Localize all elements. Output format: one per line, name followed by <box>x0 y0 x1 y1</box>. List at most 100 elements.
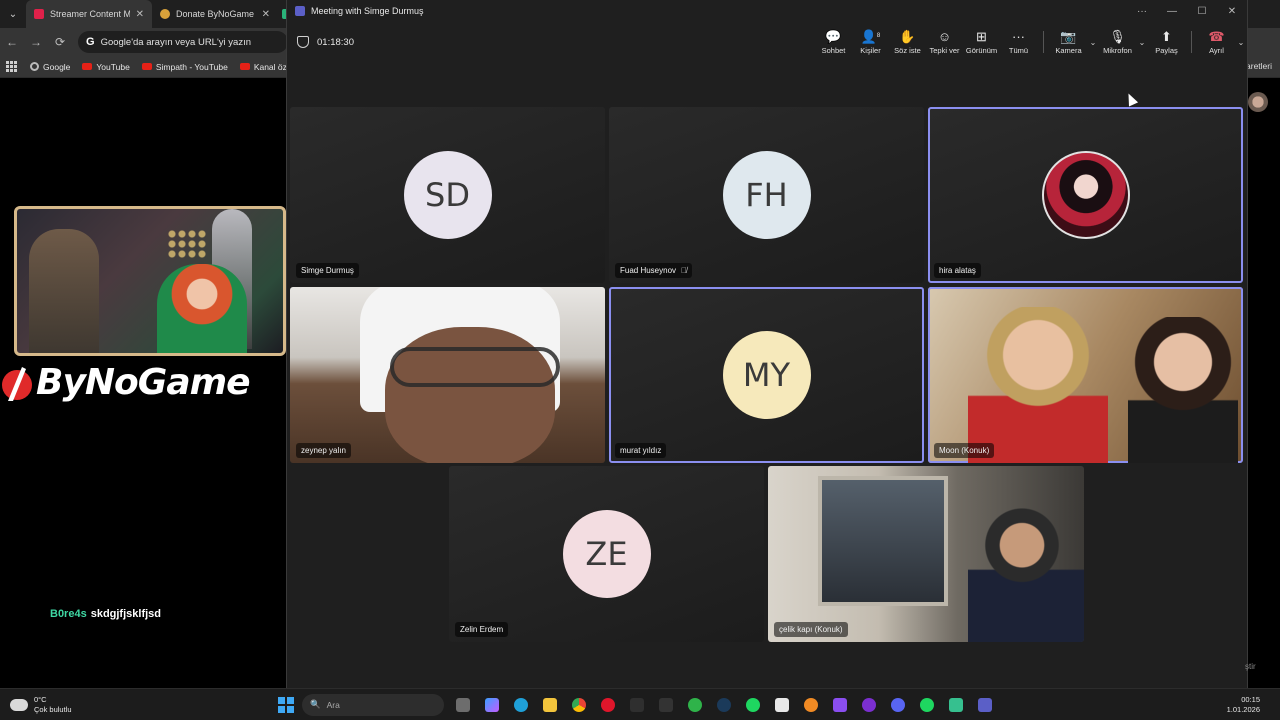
opera-icon[interactable] <box>597 694 619 716</box>
leave-button[interactable]: ☎ Ayrıl <box>1198 24 1235 60</box>
obs-icon[interactable] <box>858 694 880 716</box>
participant-nameplate: hira alataş <box>934 263 981 278</box>
task-view-icon[interactable] <box>452 694 474 716</box>
steam-icon[interactable] <box>713 694 735 716</box>
close-window-icon[interactable]: ✕ <box>1217 6 1247 17</box>
desktop: ⌄ Streamer Content Ma ✕ Donate ByNoGame … <box>0 0 1280 720</box>
teams-icon[interactable] <box>974 694 996 716</box>
share-label: Paylaş <box>1155 45 1178 55</box>
leave-options-chevron-icon[interactable]: ⌄ <box>1235 38 1247 47</box>
bynogame-mark-icon <box>2 366 32 401</box>
participant-tile-simge[interactable]: SD Simge Durmuş <box>290 107 605 283</box>
app-icon[interactable] <box>800 694 822 716</box>
maximize-icon[interactable]: ☐ <box>1187 6 1217 17</box>
address-placeholder: Google'da arayın veya URL'yi yazın <box>100 36 251 48</box>
cloud-icon <box>10 698 28 711</box>
bookmark-partial[interactable]: aretleri <box>1246 61 1272 71</box>
more-button[interactable]: ··· Tümü <box>1000 24 1037 60</box>
epic-games-icon[interactable] <box>626 694 648 716</box>
app-green-icon[interactable] <box>945 694 967 716</box>
people-button[interactable]: 👤8 Kişiler <box>852 24 889 60</box>
copilot-icon[interactable] <box>481 694 503 716</box>
video-person <box>968 506 1084 642</box>
forward-arrow-icon[interactable]: → <box>24 35 48 49</box>
edge-icon[interactable] <box>510 694 532 716</box>
participant-tile-celik[interactable]: çelik kapı (Konuk) <box>768 466 1084 642</box>
participant-tile-hira[interactable]: hira alataş <box>928 107 1243 283</box>
camera-button[interactable]: 📷 Kamera <box>1050 24 1087 60</box>
participant-name: Moon (Konuk) <box>939 446 990 455</box>
participant-tile-murat[interactable]: MY murat yıldız <box>609 287 924 463</box>
bookmark-label: Simpath - YouTube <box>155 61 228 72</box>
apps-grid-icon[interactable] <box>6 60 18 73</box>
bookmark-simpath[interactable]: Simpath - YouTube <box>141 61 228 72</box>
participant-name: zeynep yalın <box>301 446 346 455</box>
clock-date: 1.01.2026 <box>1226 704 1260 714</box>
spotify-icon[interactable] <box>916 694 938 716</box>
tab-search-chevron-icon[interactable]: ⌄ <box>0 9 26 20</box>
bookmark-kanal[interactable]: Kanal öze <box>239 62 292 72</box>
spotify-icon[interactable] <box>742 694 764 716</box>
participant-name: Fuad Huseynov <box>620 266 677 275</box>
file-explorer-icon[interactable] <box>539 694 561 716</box>
close-tab-icon[interactable]: ✕ <box>262 9 270 20</box>
participant-nameplate: çelik kapı (Konuk) <box>774 622 848 637</box>
discord-icon[interactable] <box>887 694 909 716</box>
chat-button[interactable]: 💬 Sohbet <box>815 24 852 60</box>
clapper-icon[interactable] <box>829 694 851 716</box>
xbox-icon[interactable] <box>684 694 706 716</box>
reload-icon[interactable]: ⟳ <box>48 35 72 49</box>
streamer-webcam <box>14 206 286 356</box>
microphone-icon: 🎙 <box>1109 28 1126 44</box>
webcam-figure <box>29 229 99 353</box>
participant-name: murat yıldız <box>620 446 662 455</box>
amazon-icon[interactable] <box>655 694 677 716</box>
smiley-icon: ☺ <box>937 28 952 44</box>
more-label: Tümü <box>1008 45 1029 55</box>
taskbar-search[interactable]: 🔍 Ara <box>302 693 444 716</box>
bookmark-youtube[interactable]: YouTube <box>82 62 130 72</box>
mic-button[interactable]: 🎙 Mikrofon <box>1099 24 1136 60</box>
windows-taskbar: 0°C Çok bulutlu 🔍 Ara 00:15 1.01.2026 <box>0 688 1280 720</box>
share-button[interactable]: ⬆ Paylaş <box>1148 24 1185 60</box>
bookmark-label: Google <box>43 61 71 72</box>
ellipsis-icon: ··· <box>1012 28 1025 44</box>
react-label: Tepki ver <box>929 45 960 55</box>
profile-avatar[interactable] <box>1248 92 1268 112</box>
participant-tile-moon[interactable]: Moon (Konuk) <box>928 287 1243 463</box>
youtube-icon <box>141 63 152 70</box>
view-button[interactable]: ⊞ Görünüm <box>963 24 1000 60</box>
back-arrow-icon[interactable]: ← <box>0 35 24 49</box>
youtube-icon <box>239 63 250 70</box>
capcut-icon[interactable] <box>771 694 793 716</box>
participant-nameplate: Moon (Konuk) <box>934 443 995 458</box>
participant-tile-zeynep[interactable]: zeynep yalın <box>290 287 605 463</box>
mic-options-chevron-icon[interactable]: ⌄ <box>1136 38 1148 47</box>
minimize-icon[interactable]: — <box>1157 6 1187 17</box>
stream-chat-message: B0re4s skdgjfjsklfjsd <box>50 608 161 620</box>
address-bar[interactable]: G Google'da arayın veya URL'yi yazın <box>78 31 288 53</box>
avatar: FH <box>722 151 811 239</box>
more-options-icon[interactable]: ··· <box>1127 6 1157 17</box>
react-button[interactable]: ☺ Tepki ver <box>926 24 963 60</box>
brand-text: ByNoGame <box>36 362 251 403</box>
participant-name: Zelin Erdem <box>460 625 504 634</box>
system-clock[interactable]: 00:15 1.01.2026 <box>1227 695 1260 715</box>
chrome-icon[interactable] <box>568 694 590 716</box>
browser-tab-donate[interactable]: Donate ByNoGame - ✕ <box>152 0 278 28</box>
camera-options-chevron-icon[interactable]: ⌄ <box>1087 38 1099 47</box>
participant-tile-zelin[interactable]: ZE Zelin Erdem <box>449 466 764 642</box>
camera-off-icon: 📷 <box>1060 28 1077 44</box>
weather-text: 0°C Çok bulutlu <box>34 695 72 715</box>
mic-muted-icon: 🎙̸ <box>681 266 688 275</box>
shield-icon <box>297 36 309 48</box>
browser-tab-streamer[interactable]: Streamer Content Ma ✕ <box>26 0 152 28</box>
weather-widget[interactable]: 0°C Çok bulutlu <box>0 695 278 715</box>
bookmark-google[interactable]: Google <box>30 62 70 72</box>
raise-hand-button[interactable]: ✋ Söz iste <box>889 24 926 60</box>
windows-start-icon[interactable] <box>278 696 294 713</box>
bynogame-logo: ByNoGame <box>0 362 251 403</box>
participant-nameplate: Zelin Erdem <box>455 622 509 637</box>
participant-tile-fuad[interactable]: FH Fuad Huseynov 🎙̸ <box>609 107 924 283</box>
close-tab-icon[interactable]: ✕ <box>136 9 144 20</box>
